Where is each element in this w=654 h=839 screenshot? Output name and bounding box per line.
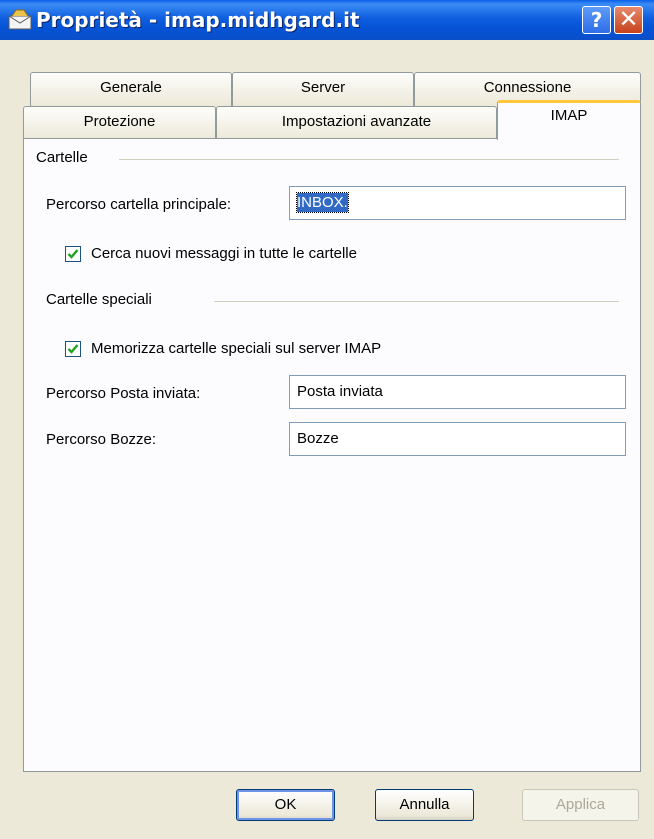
properties-dialog: Proprietà - imap.midhgard.it ? ✕ General…	[0, 0, 654, 839]
root-path-value: INBOX.	[296, 192, 349, 213]
close-icon: ✕	[618, 5, 639, 33]
check-all-folders-checkbox[interactable]	[65, 246, 81, 262]
group-divider	[214, 301, 619, 302]
sent-path-input[interactable]: Posta inviata	[289, 375, 626, 409]
tab-generale[interactable]: Generale	[30, 72, 232, 106]
tab-label: Generale	[100, 79, 162, 96]
root-path-input[interactable]: INBOX.	[289, 186, 626, 220]
root-path-label: Percorso cartella principale:	[46, 196, 232, 213]
store-special-folders-checkbox[interactable]	[65, 341, 81, 357]
title-bar[interactable]: Proprietà - imap.midhgard.it ? ✕	[0, 0, 654, 40]
tab-label: Protezione	[83, 113, 156, 130]
tab-label: Connessione	[483, 79, 572, 96]
tab-protezione[interactable]: Protezione	[23, 106, 216, 140]
tab-label: Server	[300, 79, 346, 96]
close-button[interactable]: ✕	[614, 6, 643, 34]
tab-server[interactable]: Server	[232, 72, 414, 106]
apply-button[interactable]: Applica	[522, 789, 639, 821]
drafts-path-value: Bozze	[297, 430, 339, 447]
check-all-folders-label[interactable]: Cerca nuovi messaggi in tutte le cartell…	[91, 245, 357, 262]
cancel-button[interactable]: Annulla	[375, 789, 474, 821]
mail-account-icon	[8, 8, 32, 30]
ok-button[interactable]: OK	[236, 789, 335, 821]
help-icon: ?	[590, 8, 603, 32]
sent-path-label: Percorso Posta inviata:	[46, 385, 201, 402]
sent-path-value: Posta inviata	[297, 383, 383, 400]
apply-button-label: Applica	[555, 796, 606, 813]
help-button[interactable]: ?	[582, 6, 611, 34]
checkmark-icon	[67, 344, 79, 354]
drafts-path-input[interactable]: Bozze	[289, 422, 626, 456]
special-folders-group-label: Cartelle speciali	[46, 291, 160, 308]
group-divider	[119, 159, 619, 160]
tab-imap[interactable]: IMAP	[497, 100, 641, 140]
ok-button-label: OK	[274, 796, 297, 813]
checkmark-icon	[67, 249, 79, 259]
tab-label: IMAP	[550, 107, 588, 124]
imap-tab-panel: Cartelle Percorso cartella principale: I…	[23, 138, 641, 772]
folders-group-label: Cartelle	[36, 149, 96, 166]
store-special-folders-label[interactable]: Memorizza cartelle speciali sul server I…	[91, 340, 381, 357]
window-title: Proprietà - imap.midhgard.it	[36, 8, 360, 32]
tab-impostazioni-avanzate[interactable]: Impostazioni avanzate	[216, 106, 497, 140]
tab-label: Impostazioni avanzate	[281, 113, 432, 130]
cancel-button-label: Annulla	[399, 796, 450, 813]
drafts-path-label: Percorso Bozze:	[46, 431, 157, 448]
